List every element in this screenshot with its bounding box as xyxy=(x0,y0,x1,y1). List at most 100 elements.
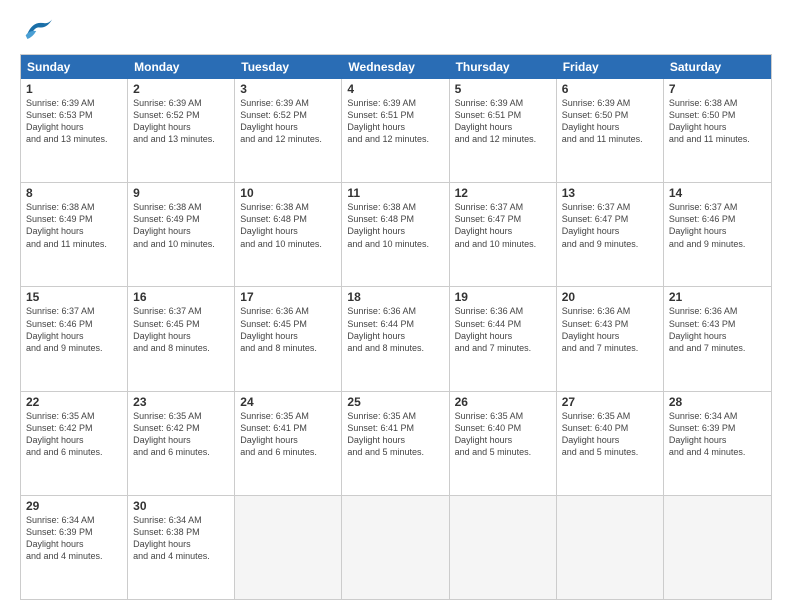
calendar-page: SundayMondayTuesdayWednesdayThursdayFrid… xyxy=(0,0,792,612)
calendar-cell xyxy=(557,496,664,599)
calendar-cell: 25Sunrise: 6:35 AMSunset: 6:41 PMDayligh… xyxy=(342,392,449,495)
calendar-cell: 12Sunrise: 6:37 AMSunset: 6:47 PMDayligh… xyxy=(450,183,557,286)
calendar: SundayMondayTuesdayWednesdayThursdayFrid… xyxy=(20,54,772,600)
calendar-cell: 6Sunrise: 6:39 AMSunset: 6:50 PMDaylight… xyxy=(557,79,664,182)
calendar-cell: 27Sunrise: 6:35 AMSunset: 6:40 PMDayligh… xyxy=(557,392,664,495)
calendar-cell: 15Sunrise: 6:37 AMSunset: 6:46 PMDayligh… xyxy=(21,287,128,390)
cell-info: Sunrise: 6:36 AMSunset: 6:44 PMDaylight … xyxy=(347,305,443,354)
calendar-cell: 23Sunrise: 6:35 AMSunset: 6:42 PMDayligh… xyxy=(128,392,235,495)
cell-info: Sunrise: 6:37 AMSunset: 6:46 PMDaylight … xyxy=(26,305,122,354)
calendar-cell: 14Sunrise: 6:37 AMSunset: 6:46 PMDayligh… xyxy=(664,183,771,286)
cell-info: Sunrise: 6:38 AMSunset: 6:49 PMDaylight … xyxy=(26,201,122,250)
calendar-cell: 20Sunrise: 6:36 AMSunset: 6:43 PMDayligh… xyxy=(557,287,664,390)
day-header-monday: Monday xyxy=(128,55,235,79)
calendar-row-4: 22Sunrise: 6:35 AMSunset: 6:42 PMDayligh… xyxy=(21,391,771,495)
calendar-cell: 5Sunrise: 6:39 AMSunset: 6:51 PMDaylight… xyxy=(450,79,557,182)
day-header-tuesday: Tuesday xyxy=(235,55,342,79)
calendar-cell: 4Sunrise: 6:39 AMSunset: 6:51 PMDaylight… xyxy=(342,79,449,182)
cell-info: Sunrise: 6:37 AMSunset: 6:47 PMDaylight … xyxy=(455,201,551,250)
cell-date: 29 xyxy=(26,499,122,513)
logo xyxy=(20,16,60,46)
day-header-wednesday: Wednesday xyxy=(342,55,449,79)
cell-date: 2 xyxy=(133,82,229,96)
cell-info: Sunrise: 6:38 AMSunset: 6:49 PMDaylight … xyxy=(133,201,229,250)
cell-info: Sunrise: 6:35 AMSunset: 6:40 PMDaylight … xyxy=(455,410,551,459)
cell-info: Sunrise: 6:39 AMSunset: 6:52 PMDaylight … xyxy=(240,97,336,146)
logo-icon xyxy=(20,16,56,46)
calendar-cell xyxy=(235,496,342,599)
cell-info: Sunrise: 6:38 AMSunset: 6:50 PMDaylight … xyxy=(669,97,766,146)
cell-date: 4 xyxy=(347,82,443,96)
cell-date: 3 xyxy=(240,82,336,96)
calendar-cell: 3Sunrise: 6:39 AMSunset: 6:52 PMDaylight… xyxy=(235,79,342,182)
cell-info: Sunrise: 6:36 AMSunset: 6:44 PMDaylight … xyxy=(455,305,551,354)
cell-info: Sunrise: 6:35 AMSunset: 6:42 PMDaylight … xyxy=(26,410,122,459)
calendar-cell: 1Sunrise: 6:39 AMSunset: 6:53 PMDaylight… xyxy=(21,79,128,182)
calendar-cell: 7Sunrise: 6:38 AMSunset: 6:50 PMDaylight… xyxy=(664,79,771,182)
cell-date: 24 xyxy=(240,395,336,409)
day-header-friday: Friday xyxy=(557,55,664,79)
calendar-cell: 28Sunrise: 6:34 AMSunset: 6:39 PMDayligh… xyxy=(664,392,771,495)
cell-date: 14 xyxy=(669,186,766,200)
cell-info: Sunrise: 6:39 AMSunset: 6:50 PMDaylight … xyxy=(562,97,658,146)
calendar-cell xyxy=(664,496,771,599)
cell-date: 21 xyxy=(669,290,766,304)
calendar-cell: 26Sunrise: 6:35 AMSunset: 6:40 PMDayligh… xyxy=(450,392,557,495)
cell-date: 5 xyxy=(455,82,551,96)
calendar-row-1: 1Sunrise: 6:39 AMSunset: 6:53 PMDaylight… xyxy=(21,79,771,182)
cell-date: 12 xyxy=(455,186,551,200)
calendar-cell: 16Sunrise: 6:37 AMSunset: 6:45 PMDayligh… xyxy=(128,287,235,390)
cell-date: 8 xyxy=(26,186,122,200)
cell-date: 7 xyxy=(669,82,766,96)
calendar-cell xyxy=(450,496,557,599)
cell-info: Sunrise: 6:36 AMSunset: 6:43 PMDaylight … xyxy=(669,305,766,354)
cell-date: 13 xyxy=(562,186,658,200)
cell-info: Sunrise: 6:36 AMSunset: 6:45 PMDaylight … xyxy=(240,305,336,354)
cell-date: 25 xyxy=(347,395,443,409)
cell-date: 16 xyxy=(133,290,229,304)
calendar-cell: 29Sunrise: 6:34 AMSunset: 6:39 PMDayligh… xyxy=(21,496,128,599)
cell-date: 18 xyxy=(347,290,443,304)
cell-info: Sunrise: 6:37 AMSunset: 6:45 PMDaylight … xyxy=(133,305,229,354)
day-header-thursday: Thursday xyxy=(450,55,557,79)
cell-date: 17 xyxy=(240,290,336,304)
cell-info: Sunrise: 6:39 AMSunset: 6:52 PMDaylight … xyxy=(133,97,229,146)
cell-info: Sunrise: 6:35 AMSunset: 6:42 PMDaylight … xyxy=(133,410,229,459)
day-header-saturday: Saturday xyxy=(664,55,771,79)
calendar-body: 1Sunrise: 6:39 AMSunset: 6:53 PMDaylight… xyxy=(21,79,771,599)
calendar-cell: 13Sunrise: 6:37 AMSunset: 6:47 PMDayligh… xyxy=(557,183,664,286)
cell-info: Sunrise: 6:34 AMSunset: 6:39 PMDaylight … xyxy=(669,410,766,459)
calendar-header: SundayMondayTuesdayWednesdayThursdayFrid… xyxy=(21,55,771,79)
calendar-cell: 2Sunrise: 6:39 AMSunset: 6:52 PMDaylight… xyxy=(128,79,235,182)
calendar-cell: 19Sunrise: 6:36 AMSunset: 6:44 PMDayligh… xyxy=(450,287,557,390)
cell-info: Sunrise: 6:39 AMSunset: 6:51 PMDaylight … xyxy=(455,97,551,146)
cell-info: Sunrise: 6:35 AMSunset: 6:41 PMDaylight … xyxy=(240,410,336,459)
cell-date: 22 xyxy=(26,395,122,409)
cell-info: Sunrise: 6:37 AMSunset: 6:47 PMDaylight … xyxy=(562,201,658,250)
calendar-row-2: 8Sunrise: 6:38 AMSunset: 6:49 PMDaylight… xyxy=(21,182,771,286)
calendar-cell: 22Sunrise: 6:35 AMSunset: 6:42 PMDayligh… xyxy=(21,392,128,495)
cell-date: 19 xyxy=(455,290,551,304)
cell-info: Sunrise: 6:36 AMSunset: 6:43 PMDaylight … xyxy=(562,305,658,354)
calendar-cell: 11Sunrise: 6:38 AMSunset: 6:48 PMDayligh… xyxy=(342,183,449,286)
cell-info: Sunrise: 6:39 AMSunset: 6:53 PMDaylight … xyxy=(26,97,122,146)
calendar-cell: 9Sunrise: 6:38 AMSunset: 6:49 PMDaylight… xyxy=(128,183,235,286)
cell-date: 30 xyxy=(133,499,229,513)
calendar-cell: 10Sunrise: 6:38 AMSunset: 6:48 PMDayligh… xyxy=(235,183,342,286)
calendar-cell: 24Sunrise: 6:35 AMSunset: 6:41 PMDayligh… xyxy=(235,392,342,495)
cell-date: 9 xyxy=(133,186,229,200)
calendar-row-3: 15Sunrise: 6:37 AMSunset: 6:46 PMDayligh… xyxy=(21,286,771,390)
cell-info: Sunrise: 6:34 AMSunset: 6:39 PMDaylight … xyxy=(26,514,122,563)
header xyxy=(20,16,772,46)
cell-info: Sunrise: 6:34 AMSunset: 6:38 PMDaylight … xyxy=(133,514,229,563)
cell-info: Sunrise: 6:37 AMSunset: 6:46 PMDaylight … xyxy=(669,201,766,250)
cell-date: 1 xyxy=(26,82,122,96)
day-header-sunday: Sunday xyxy=(21,55,128,79)
cell-date: 20 xyxy=(562,290,658,304)
cell-info: Sunrise: 6:38 AMSunset: 6:48 PMDaylight … xyxy=(347,201,443,250)
cell-date: 10 xyxy=(240,186,336,200)
cell-info: Sunrise: 6:38 AMSunset: 6:48 PMDaylight … xyxy=(240,201,336,250)
cell-info: Sunrise: 6:35 AMSunset: 6:41 PMDaylight … xyxy=(347,410,443,459)
cell-date: 11 xyxy=(347,186,443,200)
calendar-cell: 18Sunrise: 6:36 AMSunset: 6:44 PMDayligh… xyxy=(342,287,449,390)
